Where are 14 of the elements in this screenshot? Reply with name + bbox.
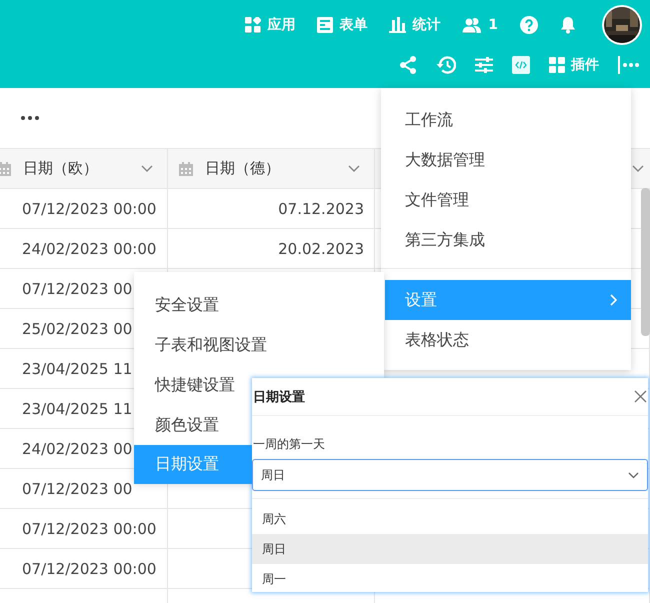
table-cell: 07/12/2023 00:00 [22, 520, 156, 538]
table-cell: 24/02/2023 00 [22, 440, 132, 458]
table-cell: 07.12.2023 [278, 200, 364, 218]
table-cell: 07/12/2023 00:00 [22, 560, 156, 578]
table-cell: 20.02.2023 [278, 240, 364, 258]
table-cell: 24/02/2023 00:00 [22, 240, 156, 258]
table-cell: 07/12/2023 00:00 [22, 200, 156, 218]
table-cell: 23/04/2025 11 [22, 400, 132, 418]
field-label: 一周的第一天 [253, 436, 325, 453]
table-cell: 07/12/2023 00 [22, 480, 132, 498]
table-cell: 23/04/2025 11 [22, 360, 132, 378]
dialog-title: 日期设置 [253, 388, 305, 406]
table-cell: 07/12/2023 00 [22, 280, 132, 298]
table-cell: 25/02/2023 00 [22, 320, 132, 338]
